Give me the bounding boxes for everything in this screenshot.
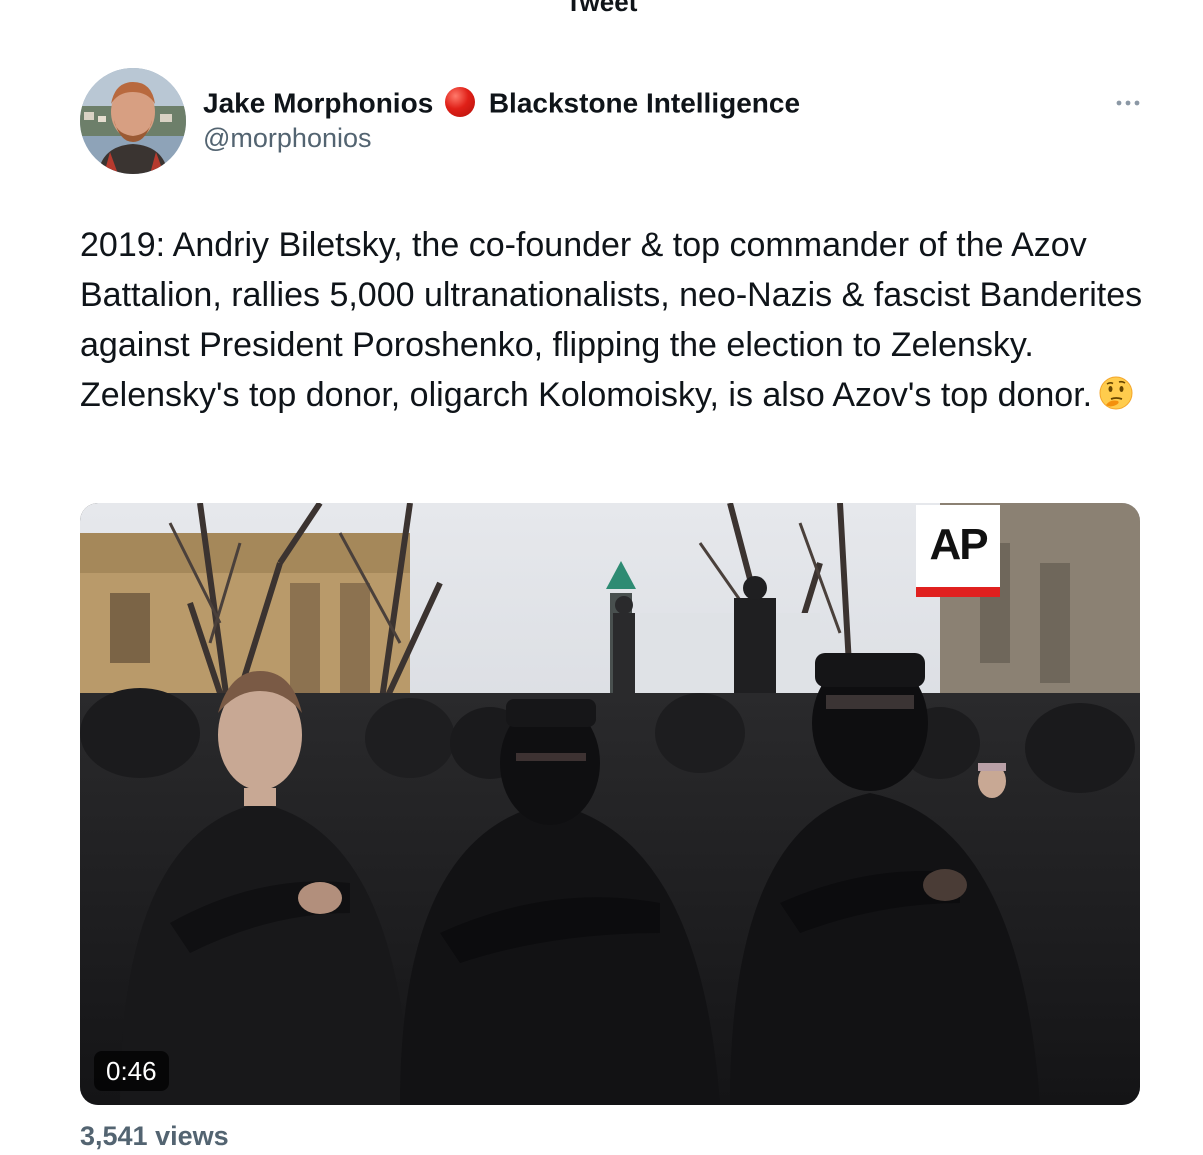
ap-red-bar [916, 587, 1000, 597]
page-title: Tweet [565, 0, 638, 17]
author-handle[interactable]: @morphonios [203, 121, 372, 155]
ap-logo: AP [916, 505, 1000, 597]
ap-watermark: AP [929, 520, 988, 569]
avatar-photo [80, 68, 186, 174]
author-name[interactable]: Jake Morphonios [203, 88, 433, 119]
author-avatar[interactable] [80, 68, 186, 174]
video-player[interactable]: AP 0:46 [80, 503, 1140, 1105]
tweet-text: 2019: Andriy Biletsky, the co-founder & … [80, 220, 1160, 420]
more-horizontal-icon[interactable] [1114, 96, 1142, 110]
thinking-face-icon [1099, 376, 1133, 410]
tweet-body: 2019: Andriy Biletsky, the co-founder & … [80, 226, 1143, 414]
author-org: Blackstone Intelligence [488, 87, 801, 119]
video-duration-badge: 0:46 [94, 1051, 169, 1091]
red-circle-icon [445, 86, 476, 117]
view-count[interactable]: 3,541 views [80, 1119, 229, 1153]
author-name-line[interactable]: Jake Morphonios Blackstone Intelligence [203, 84, 800, 122]
